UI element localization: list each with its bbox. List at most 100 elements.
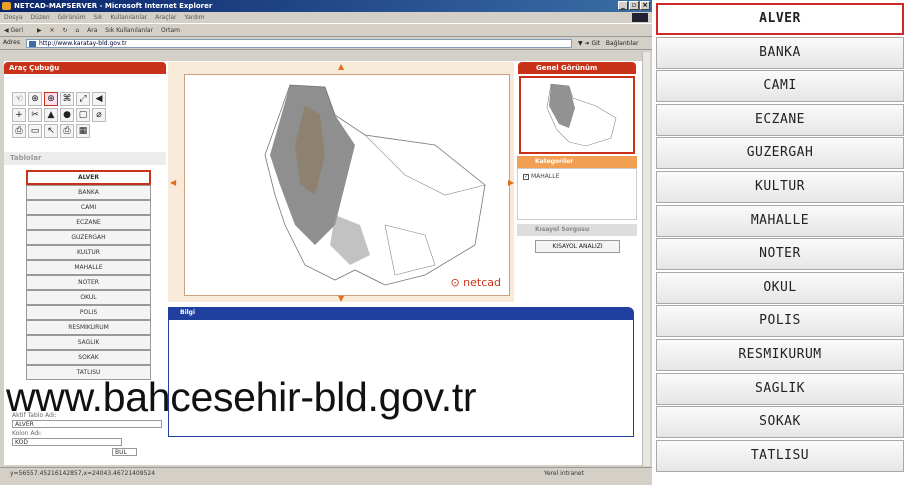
overview-map[interactable]	[519, 76, 635, 154]
info-title: Bilgi	[168, 307, 634, 319]
pan-right-arrow-icon[interactable]: ▶	[508, 178, 514, 187]
table-item-alver[interactable]: ALVER	[26, 170, 151, 185]
toolbar-panel-title: Araç Çubuğu	[4, 62, 166, 74]
zoomed-table-button-noter[interactable]: NOTER	[656, 238, 904, 271]
maximize-button[interactable]: ▫	[629, 1, 639, 10]
shortcut-analysis-button[interactable]: KISAYOL ANALIZI	[535, 240, 620, 253]
mahalle-checkbox[interactable]: ✓	[523, 173, 531, 180]
page-scrollbar[interactable]	[642, 52, 650, 466]
print-icon[interactable]: ⎙	[12, 124, 26, 138]
window-title: NETCAD-MAPSERVER - Microsoft Internet Ex…	[14, 2, 213, 10]
column-select[interactable]: KOD	[12, 438, 122, 446]
browser-screenshot: NETCAD-MAPSERVER - Microsoft Internet Ex…	[0, 0, 652, 485]
overview-title: Genel Görünüm	[518, 62, 636, 74]
table-item-banka[interactable]: BANKA	[26, 185, 151, 200]
info-icon[interactable]: ●	[60, 108, 74, 122]
overview-thumbnail	[546, 83, 617, 147]
zoomed-table-button-alver[interactable]: ALVER	[656, 3, 904, 35]
zoom-extent-icon[interactable]: ⌘	[60, 92, 74, 106]
zoomed-table-button-guzergah[interactable]: GUZERGAH	[656, 137, 904, 170]
zoomed-table-button-mahalle[interactable]: MAHALLE	[656, 204, 904, 237]
pan-left-arrow-icon[interactable]: ◀	[170, 178, 176, 187]
tables-title: Tablolar	[4, 152, 166, 165]
fit-icon[interactable]: ⤢	[76, 92, 90, 106]
find-button[interactable]: BUL	[112, 448, 137, 456]
media-button[interactable]: Ortam	[161, 27, 180, 34]
zoomed-table-button-kultur[interactable]: KULTUR	[656, 170, 904, 203]
minimize-button[interactable]: _	[618, 1, 628, 10]
zoomed-table-button-sokak[interactable]: SOKAK	[656, 406, 904, 439]
eraser-icon[interactable]: ⌀	[92, 108, 106, 122]
address-bar: Adres http://www.karatay-bld.gov.tr ▼ ➜ …	[0, 37, 652, 50]
table-item-okul[interactable]: OKUL	[26, 290, 151, 305]
pointer-icon[interactable]: ↖	[44, 124, 58, 138]
security-zone: Yerel intranet	[544, 470, 584, 477]
select-icon[interactable]: ▢	[76, 108, 90, 122]
back-button[interactable]: ◀ Geri	[4, 27, 29, 34]
pan-up-arrow-icon[interactable]: ▲	[338, 62, 344, 71]
zoomed-table-button-okul[interactable]: OKUL	[656, 271, 904, 304]
printer-icon[interactable]: ⎙	[60, 124, 74, 138]
zoomed-table-button-tatlisu[interactable]: TATLISU	[656, 439, 904, 472]
table-icon[interactable]: ▦	[76, 124, 90, 138]
stop-icon[interactable]: ✕	[49, 27, 54, 34]
table-item-mahalle[interactable]: MAHALLE	[26, 260, 151, 275]
zoomed-table-button-resmikurum[interactable]: RESMIKURUM	[656, 338, 904, 371]
forward-icon[interactable]: ▶	[37, 27, 42, 34]
menu-bar[interactable]: Dosya Düzen Görünüm Sık Kullanılanlar Ar…	[0, 12, 652, 23]
watermark-url: www.bahcesehir-bld.gov.tr	[6, 374, 477, 420]
search-button[interactable]: Ara	[87, 27, 97, 34]
refresh-icon[interactable]: ↻	[62, 27, 67, 34]
address-label: Adres	[3, 39, 20, 46]
zoomed-table-button-cami[interactable]: CAMI	[656, 70, 904, 103]
map-canvas[interactable]: ⊙ netcad	[184, 74, 510, 296]
table-item-cami[interactable]: CAMI	[26, 200, 151, 215]
map-frame: ⊙ netcad	[168, 62, 514, 302]
table-item-noter[interactable]: NOTER	[26, 275, 151, 290]
go-button[interactable]: ▼ ➜ Git Bağlantılar	[578, 38, 638, 50]
table-item-guzergah[interactable]: GUZERGAH	[26, 230, 151, 245]
status-bar: y=56557.45216142857,x=24043.46721409524 …	[0, 467, 652, 480]
zoomed-table-button-saglik[interactable]: SAGLIK	[656, 372, 904, 405]
shortcut-query-title: Kısayol Sorgusu	[517, 224, 637, 236]
page-icon	[29, 41, 36, 47]
tool-panel: ☜ ⊕ ⊕ ⌘ ⤢ ◀ + ✂ ▲ ● ▢ ⌀ ⎙ ▭ ↖ ⎙ ▦	[4, 74, 166, 152]
category-label: MAHALLE	[531, 173, 560, 180]
window-titlebar: NETCAD-MAPSERVER - Microsoft Internet Ex…	[0, 0, 652, 12]
pan-down-arrow-icon[interactable]: ▼	[338, 294, 344, 303]
table-item-kultur[interactable]: KULTUR	[26, 245, 151, 260]
table-buttons-zoom: ALVER BANKA CAMI ECZANE GUZERGAH KULTUR MAHALL…	[656, 3, 904, 473]
categories-panel: ✓ MAHALLE	[517, 168, 637, 220]
table-item-eczane[interactable]: ECZANE	[26, 215, 151, 230]
column-label: Kolon Adı:	[12, 430, 42, 437]
zoomed-table-button-polis[interactable]: POLIS	[656, 305, 904, 338]
categories-title: Kategoriler	[517, 156, 637, 168]
browser-toolbar: ◀ Geri ▶ ✕ ↻ ⌂ Ara Sık Kullanılanlar Ort…	[0, 23, 652, 37]
ie-icon	[2, 2, 11, 10]
table-item-resmikurum[interactable]: RESMIKURUM	[26, 320, 151, 335]
table-item-saglik[interactable]: SAGLIK	[26, 335, 151, 350]
coordinates-readout: y=56557.45216142857,x=24043.46721409524	[10, 470, 156, 477]
pan-icon[interactable]: ☜	[12, 92, 26, 106]
measure-icon[interactable]: ✂	[28, 108, 42, 122]
zoom-box-icon[interactable]: ⊕	[44, 92, 58, 106]
crosshair-icon[interactable]: +	[12, 108, 26, 122]
city-map	[264, 84, 486, 286]
layer-icon[interactable]: ▲	[44, 108, 58, 122]
table-item-polis[interactable]: POLIS	[26, 305, 151, 320]
links-label: Bağlantılar	[605, 40, 639, 47]
tables-list: ALVER BANKA CAMI ECZANE GUZERGAH KULTUR MAHALL…	[26, 170, 151, 380]
table-item-sokak[interactable]: SOKAK	[26, 350, 151, 365]
address-input[interactable]: http://www.karatay-bld.gov.tr	[26, 39, 572, 48]
close-button[interactable]: ×	[640, 1, 650, 10]
preview-icon[interactable]: ▭	[28, 124, 42, 138]
netcad-logo: ⊙ netcad	[450, 276, 501, 289]
windows-logo-icon	[632, 13, 648, 22]
home-icon[interactable]: ⌂	[75, 27, 79, 34]
zoomed-table-button-eczane[interactable]: ECZANE	[656, 103, 904, 136]
previous-view-icon[interactable]: ◀	[92, 92, 106, 106]
zoom-in-icon[interactable]: ⊕	[28, 92, 42, 106]
favorites-button[interactable]: Sık Kullanılanlar	[105, 27, 153, 34]
zoomed-table-button-banka[interactable]: BANKA	[656, 36, 904, 69]
menu-items[interactable]: Dosya Düzen Görünüm Sık Kullanılanlar Ar…	[4, 14, 205, 21]
